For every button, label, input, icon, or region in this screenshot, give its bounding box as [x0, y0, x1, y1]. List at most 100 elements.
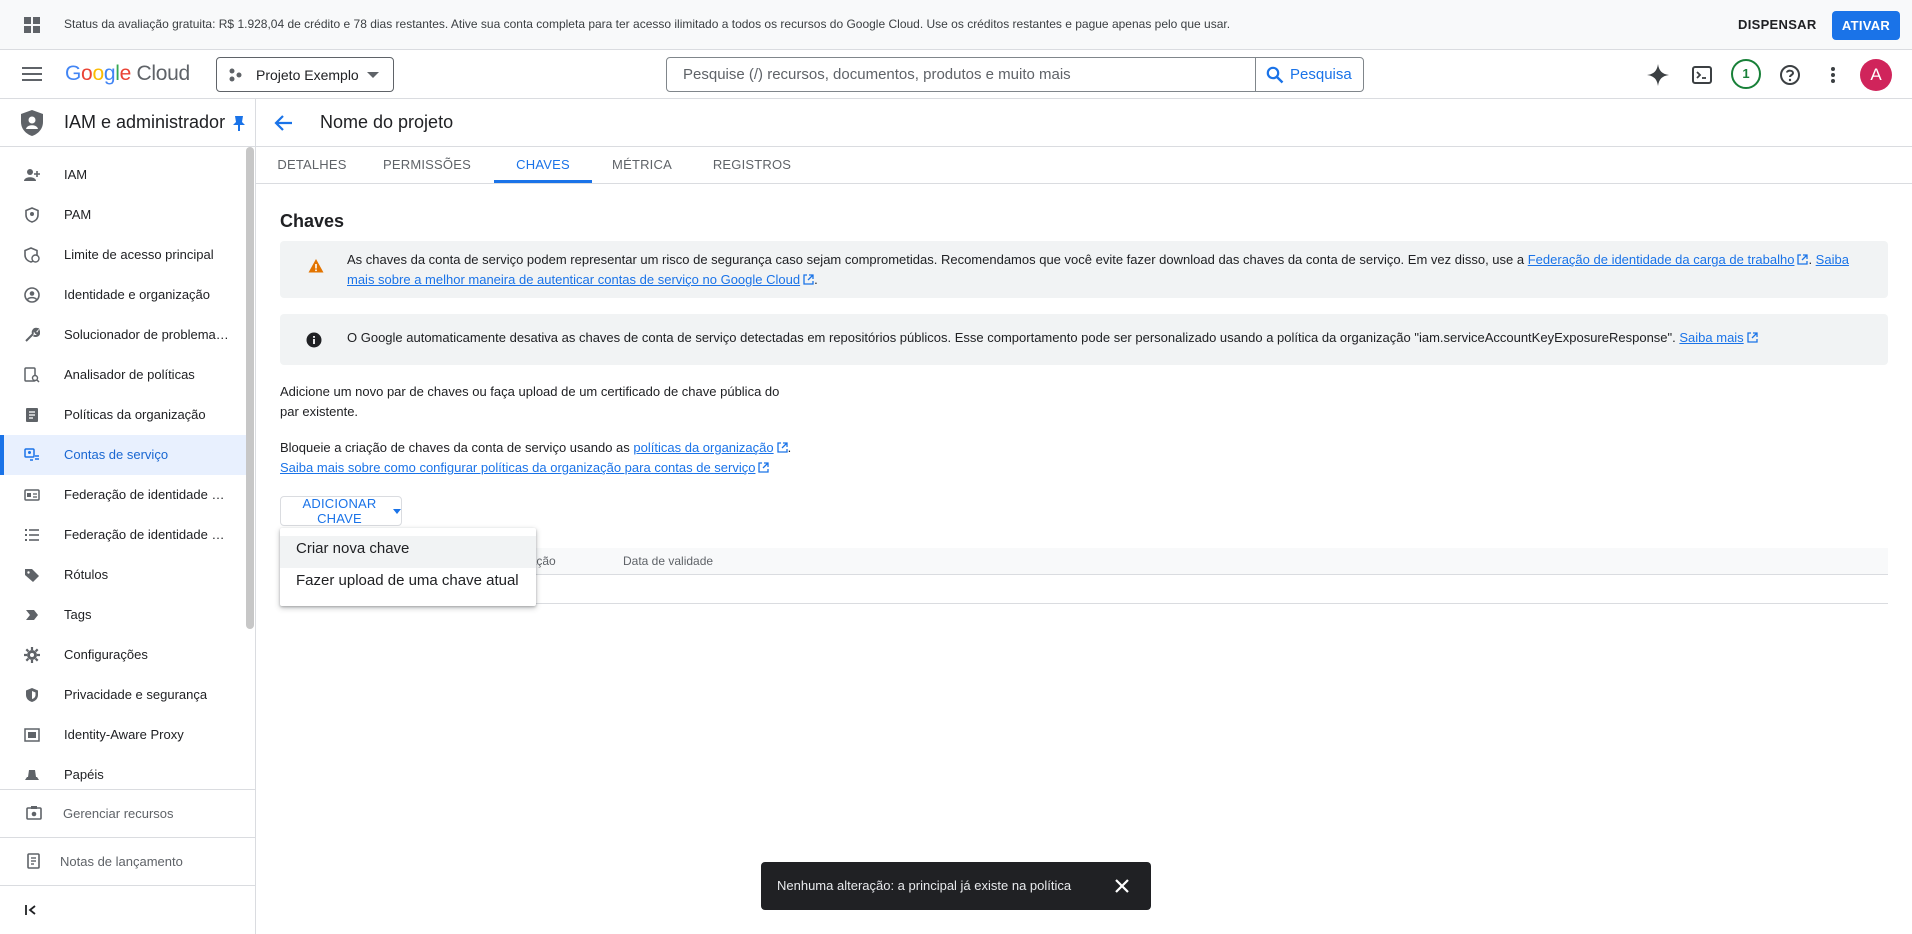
page-title: Nome do projeto: [320, 112, 454, 132]
sidebar-item-12[interactable]: Configurações: [0, 635, 246, 675]
warning-text: As chaves da conta de serviço podem repr…: [347, 250, 1867, 290]
search-button-label: Pesquisa: [1290, 66, 1352, 83]
menu-item-create-key[interactable]: Criar nova chave: [280, 536, 536, 568]
list-icon: [25, 529, 39, 541]
sidebar-item-label: Rótulos: [64, 567, 109, 582]
external-link-icon: [1747, 332, 1758, 343]
label-icon: [25, 569, 39, 582]
gear-icon: [24, 647, 40, 663]
close-icon[interactable]: [1113, 877, 1131, 895]
search-button[interactable]: Pesquisa: [1255, 58, 1364, 91]
sidebar-item-14[interactable]: Identity-Aware Proxy: [0, 715, 246, 755]
avatar[interactable]: A: [1860, 59, 1892, 91]
org-policies-link-label: políticas da organização: [633, 440, 774, 455]
sidebar-item-10[interactable]: Rótulos: [0, 555, 246, 595]
info-text: O Google automaticamente desativa as cha…: [347, 330, 1758, 345]
sidebar-scrollbar[interactable]: [246, 147, 254, 629]
info-learn-more-link[interactable]: Saiba mais: [1679, 330, 1758, 345]
manage-resources-label: Gerenciar recursos: [63, 806, 174, 821]
warning-text-body: As chaves da conta de serviço podem repr…: [347, 252, 1528, 267]
sidebar: IAM e administrador IAM PAM Limite de aces…: [0, 99, 256, 934]
hat-icon: [25, 770, 39, 780]
sidebar-item-label: Contas de serviço: [64, 447, 169, 462]
configure-policies-link[interactable]: Saiba mais sobre como configurar polític…: [280, 460, 770, 475]
info-learn-more-label: Saiba mais: [1679, 330, 1744, 345]
configure-policies-link-label: Saiba mais sobre como configurar polític…: [280, 460, 756, 475]
external-link-icon: [1797, 254, 1809, 265]
workload-identity-link-label: Federação de identidade da carga de trab…: [1527, 252, 1795, 267]
document-icon: [26, 408, 38, 422]
top-header: Google Cloud Projeto Exemplo Pesquisa 1: [0, 50, 1912, 99]
more-vert-icon[interactable]: [1820, 62, 1846, 88]
sidebar-item-label: Limite de acesso principal: [64, 247, 214, 262]
sidebar-item-5[interactable]: Analisador de políticas: [0, 355, 246, 395]
help-icon[interactable]: [1777, 62, 1803, 88]
sidebar-item-label: Configurações: [64, 647, 148, 662]
block-keys-text: Bloqueie a criação de chaves da conta de…: [280, 440, 634, 455]
search-input[interactable]: [667, 58, 1255, 91]
add-key-button[interactable]: ADICIONAR CHAVE: [280, 496, 402, 526]
collapse-sidebar-area: [0, 885, 256, 934]
project-name: Projeto Exemplo: [256, 67, 359, 83]
sidebar-item-label: Solucionador de problemas de política: [64, 327, 230, 342]
security-warning-box: As chaves da conta de serviço podem repr…: [280, 241, 1888, 298]
tab-keys[interactable]: CHAVES: [494, 147, 592, 183]
tab-metrics[interactable]: MÉTRICA: [592, 147, 692, 183]
logo-google-word: Google: [65, 62, 131, 85]
workload-identity-link[interactable]: Federação de identidade da carga de trab…: [1528, 252, 1809, 267]
external-link-icon: [776, 442, 788, 453]
tab-logs[interactable]: REGISTROS: [692, 147, 812, 183]
pin-icon[interactable]: [232, 115, 246, 131]
collapse-sidebar-icon[interactable]: [25, 904, 37, 916]
add-key-description: Adicione um novo par de chaves ou faça u…: [280, 384, 780, 419]
cloud-shell-terminal-icon[interactable]: [1689, 62, 1715, 88]
menu-item-upload-key[interactable]: Fazer upload de uma chave atual: [280, 568, 536, 600]
warning-icon: [308, 259, 324, 273]
chevron-down-icon: [367, 72, 379, 78]
sidebar-item-2[interactable]: Limite de acesso principal: [0, 235, 246, 275]
release-notes-icon: [27, 853, 40, 869]
warning-sep: .: [1808, 252, 1816, 267]
sidebar-item-label: Privacidade e segurança: [64, 687, 208, 702]
sidebar-item-label: Tags: [64, 607, 92, 622]
wrench-icon: [25, 327, 40, 342]
shield-key-icon: [25, 207, 39, 223]
release-notes-link[interactable]: Notas de lançamento: [0, 837, 256, 885]
info-icon: [306, 332, 322, 348]
sidebar-item-8[interactable]: Federação de identidade da carga de trab…: [0, 475, 246, 515]
project-selector[interactable]: Projeto Exemplo: [216, 57, 394, 92]
sidebar-item-7[interactable]: Contas de serviço: [0, 435, 246, 475]
external-link-icon: [758, 462, 770, 473]
search-icon: [1266, 66, 1284, 83]
warning-end: .: [814, 272, 818, 287]
google-cloud-logo[interactable]: Google Cloud: [65, 62, 190, 86]
sidebar-item-13[interactable]: Privacidade e segurança: [0, 675, 246, 715]
gift-icon: [24, 17, 40, 33]
activate-button[interactable]: ATIVAR: [1832, 11, 1900, 40]
manage-resources-link[interactable]: Gerenciar recursos: [0, 789, 256, 837]
sidebar-item-1[interactable]: PAM: [0, 195, 246, 235]
sidebar-item-11[interactable]: Tags: [0, 595, 246, 635]
column-expiration[interactable]: Data de validade: [623, 554, 713, 568]
account-circle-icon: [24, 287, 40, 303]
privacy-shield-icon: [26, 688, 38, 702]
project-icon: [229, 68, 242, 82]
title-bar: Nome do projeto: [256, 99, 1912, 147]
sidebar-item-label: IAM: [64, 167, 88, 182]
tab-details[interactable]: DETALHES: [256, 147, 368, 183]
iam-shield-icon: [21, 110, 43, 136]
sidebar-item-9[interactable]: Federação de identidade da força de trab…: [0, 515, 246, 555]
hamburger-menu-icon[interactable]: [22, 66, 42, 82]
gemini-sparkle-icon[interactable]: [1645, 62, 1671, 88]
back-arrow-icon[interactable]: [274, 113, 294, 133]
sidebar-item-4[interactable]: Solucionador de problemas de política: [0, 315, 246, 355]
org-policies-link[interactable]: políticas da organização: [633, 440, 788, 455]
sidebar-title: IAM e administrador: [64, 112, 226, 132]
sidebar-item-label: Federação de identidade da carga de trab…: [64, 487, 230, 502]
tab-permissions[interactable]: PERMISSÕES: [368, 147, 486, 183]
notifications-badge[interactable]: 1: [1731, 59, 1761, 89]
sidebar-item-0[interactable]: IAM: [0, 155, 246, 195]
sidebar-item-3[interactable]: Identidade e organização: [0, 275, 246, 315]
sidebar-item-6[interactable]: Políticas da organização: [0, 395, 246, 435]
dismiss-button[interactable]: DISPENSAR: [1730, 12, 1825, 38]
